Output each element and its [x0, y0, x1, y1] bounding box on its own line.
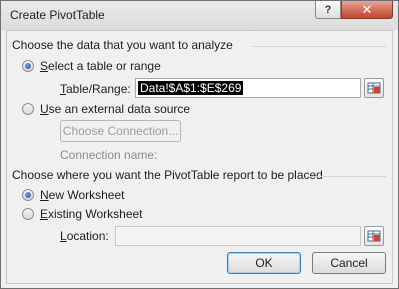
close-icon: ✕ [361, 1, 373, 17]
new-worksheet-radio[interactable] [22, 189, 34, 201]
existing-worksheet-radio[interactable] [22, 208, 34, 220]
cancel-button[interactable]: Cancel [312, 252, 386, 274]
table-range-picker-button[interactable] [364, 78, 384, 98]
location-label: Location: [60, 229, 109, 243]
table-range-label: Table/Range: [60, 82, 131, 96]
new-worksheet-label[interactable]: New Worksheet [40, 188, 124, 202]
table-range-input[interactable]: Data!$A$1:$E$269 [135, 78, 361, 98]
help-icon: ? [324, 3, 332, 16]
location-input[interactable] [115, 226, 361, 246]
ok-button[interactable]: OK [227, 252, 301, 274]
placement-section-divider [307, 176, 386, 177]
existing-worksheet-label[interactable]: Existing Worksheet [40, 207, 143, 221]
external-source-radio[interactable] [22, 103, 34, 115]
close-button[interactable]: ✕ [341, 1, 393, 19]
dialog-title: Create PivotTable [10, 8, 105, 22]
connection-name-label: Connection name: [60, 148, 158, 162]
table-range-value: Data!$A$1:$E$269 [138, 81, 244, 95]
choose-connection-button[interactable]: Choose Connection... [60, 120, 181, 142]
external-source-label[interactable]: Use an external data source [40, 102, 190, 116]
range-picker-icon [367, 230, 381, 242]
range-picker-icon [367, 82, 381, 94]
create-pivottable-dialog: Create PivotTable ? ✕ Choose the data th… [0, 0, 399, 289]
help-button[interactable]: ? [315, 1, 341, 19]
title-bar: Create PivotTable ? ✕ [1, 1, 398, 30]
select-table-radio[interactable] [22, 60, 34, 72]
placement-section-heading: Choose where you want the PivotTable rep… [12, 168, 323, 182]
analyze-section-heading: Choose the data that you want to analyze [12, 38, 233, 52]
select-table-label[interactable]: Select a table or range [40, 59, 161, 73]
dialog-body: Choose the data that you want to analyze… [6, 30, 393, 284]
analyze-section-divider [253, 46, 386, 47]
location-picker-button[interactable] [364, 226, 384, 246]
